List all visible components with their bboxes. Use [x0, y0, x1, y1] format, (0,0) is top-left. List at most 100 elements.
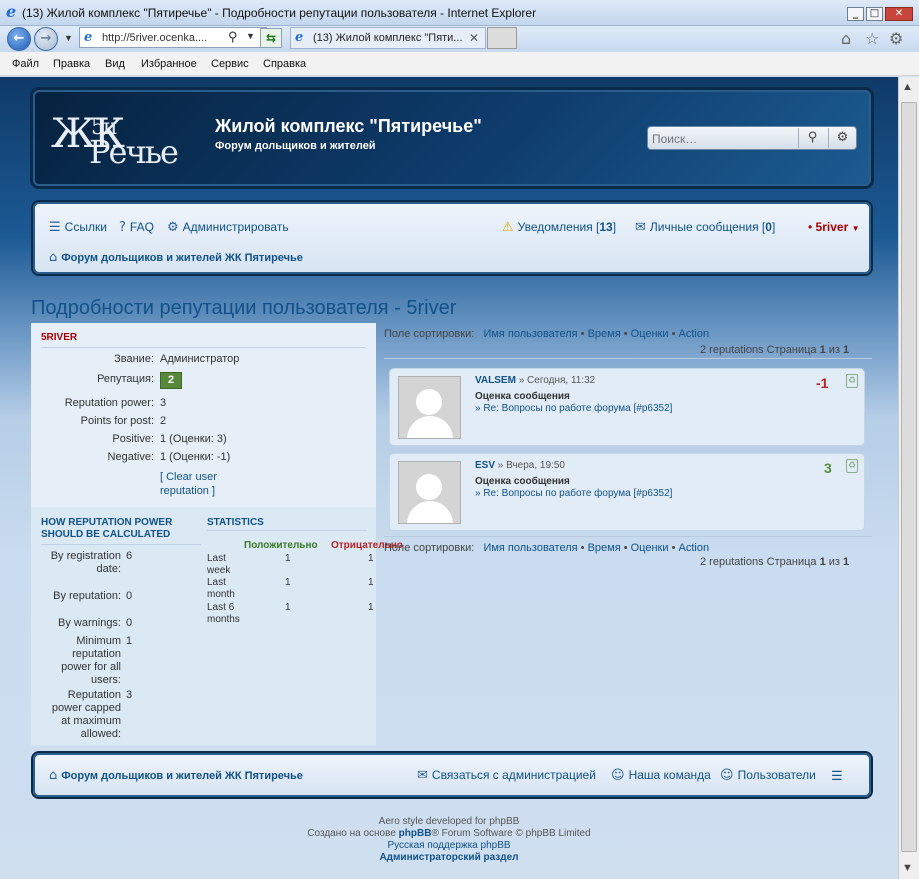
power-value: 0 [126, 590, 133, 602]
stats-negative: 1 [368, 577, 374, 588]
menu-view[interactable]: Вид [105, 58, 125, 70]
private-messages-link[interactable]: ✉ Личные сообщения [0] [635, 220, 775, 235]
chevron-down-icon: ▼ [851, 224, 860, 233]
profile-value: Администратор [160, 353, 240, 365]
rep-post-link[interactable]: » Re: Вопросы по работе форума [#p6352] [475, 403, 672, 414]
tools-gear-icon[interactable]: ⚙ [889, 29, 903, 48]
menu-favorites[interactable]: Избранное [141, 58, 197, 70]
site-logo[interactable]: ЖК 5и Речье [51, 108, 211, 171]
minimize-button[interactable]: _ [847, 7, 864, 21]
home-icon: ⌂ [49, 250, 58, 265]
rep-points: -1 [816, 375, 829, 391]
reputation-item: ESV » Вчера, 19:50 Оценка сообщения » Re… [389, 453, 865, 531]
back-button[interactable]: ← [7, 27, 31, 51]
menu-file[interactable]: Файл [12, 58, 39, 70]
sort-time[interactable]: Время [588, 542, 621, 554]
footer-menu-icon[interactable]: ☰ [831, 768, 843, 784]
rep-meta: ESV » Вчера, 19:50 [475, 460, 565, 471]
new-tab-button[interactable] [487, 27, 517, 49]
sort-username[interactable]: Имя пользователя [483, 328, 577, 340]
address-dropdown-icon[interactable]: ▼ [246, 31, 255, 41]
sort-time[interactable]: Время [588, 328, 621, 340]
menu-help[interactable]: Справка [263, 58, 306, 70]
divider [41, 347, 366, 348]
divider [384, 358, 872, 359]
menu-tools[interactable]: Сервис [211, 58, 249, 70]
avatar[interactable] [398, 461, 461, 524]
advanced-search-gear-icon[interactable]: ⚙ [828, 128, 856, 148]
profile-value: 2 [160, 415, 167, 427]
footer-forum-link[interactable]: ⌂ Форум дольщиков и жителей ЖК Пятиречье [49, 768, 303, 783]
site-name[interactable]: Жилой комплекс "Пятиречье" [215, 116, 482, 137]
pagination-top: 2 reputations Страница 1 из 1 [700, 344, 850, 356]
reputation-item: VALSEM » Сегодня, 11:32 Оценка сообщения… [389, 368, 865, 446]
reputation-list-panel: Поле сортировки: Имя пользователя • Врем… [384, 323, 872, 583]
stats-negative: 1 [368, 553, 374, 564]
address-bar[interactable]: e http://5river.ocenka.... ⚲ ▼ [79, 27, 267, 48]
power-label: By warnings: [58, 617, 121, 629]
how-power-heading: HOW REPUTATION POWER SHOULD BE CALCULATE… [41, 517, 173, 540]
divider [384, 536, 872, 537]
admin-panel-link[interactable]: Администраторский раздел [0, 852, 898, 863]
contact-admin-link[interactable]: ✉ Связаться с администрацией [417, 768, 596, 783]
phpbb-link[interactable]: phpBB [399, 828, 432, 839]
sort-points[interactable]: Оценки [631, 328, 669, 340]
admin-link[interactable]: ⚙ Администрировать [167, 220, 289, 235]
notifications-link[interactable]: ⚠ Уведомления [13] [502, 220, 616, 235]
search-icon[interactable]: ⚲ [798, 128, 826, 148]
users-icon: ☺ [720, 768, 734, 783]
sort-action[interactable]: Action [678, 542, 709, 554]
vertical-scrollbar[interactable]: ▲ ▼ [898, 77, 919, 879]
statistics-heading: STATISTICS [207, 517, 264, 528]
menu-edit[interactable]: Правка [53, 58, 90, 70]
delete-rep-icon[interactable]: ♻ [846, 374, 858, 388]
maximize-button[interactable]: □ [866, 7, 883, 21]
sort-points[interactable]: Оценки [631, 542, 669, 554]
search-icon[interactable]: ⚲ [228, 29, 238, 45]
close-button[interactable]: ✕ [885, 7, 913, 21]
stats-positive-header: Положительно [244, 540, 318, 551]
profile-label: Репутация: [97, 373, 154, 385]
breadcrumb[interactable]: ⌂ Форум дольщиков и жителей ЖК Пятиречье [49, 250, 303, 265]
favorites-star-icon[interactable]: ☆ [865, 29, 879, 48]
links-menu[interactable]: ☰ Ссылки [49, 220, 107, 235]
profile-label: Звание: [114, 353, 154, 365]
russian-support-link[interactable]: Русская поддержка phpBB [0, 840, 898, 851]
rep-username[interactable]: VALSEM [475, 375, 516, 386]
user-menu[interactable]: • 5river ▼ [808, 220, 860, 234]
power-value: 0 [126, 617, 133, 629]
pagination-bottom: 2 reputations Страница 1 из 1 [700, 556, 850, 568]
forward-button[interactable]: → [34, 27, 58, 51]
avatar[interactable] [398, 376, 461, 439]
power-value: 3 [126, 689, 133, 701]
scroll-up-icon[interactable]: ▲ [902, 81, 913, 93]
sort-username[interactable]: Имя пользователя [483, 542, 577, 554]
power-label: By reputation: [53, 590, 121, 602]
refresh-button[interactable]: ⇆ [260, 28, 282, 48]
browser-tab[interactable]: e (13) Жилой комплекс "Пяти... ✕ [290, 27, 486, 49]
history-dropdown-icon[interactable]: ▼ [64, 33, 73, 43]
rep-post-link[interactable]: » Re: Вопросы по работе форума [#p6352] [475, 488, 672, 499]
rep-meta: VALSEM » Сегодня, 11:32 [475, 375, 596, 386]
delete-rep-icon[interactable]: ♻ [846, 459, 858, 473]
scroll-thumb[interactable] [901, 102, 917, 852]
clear-reputation-link[interactable]: [ Clear user reputation ] [160, 470, 235, 498]
search-input[interactable] [652, 130, 792, 147]
tab-close-icon[interactable]: ✕ [469, 31, 479, 45]
ie-logo-icon: e [6, 2, 17, 21]
sort-action[interactable]: Action [678, 328, 709, 340]
faq-link[interactable]: ? FAQ [119, 220, 154, 235]
members-link[interactable]: ☺ Пользователи [720, 768, 816, 783]
home-icon[interactable]: ⌂ [841, 29, 851, 48]
gear-icon: ⚙ [167, 220, 179, 235]
scroll-down-icon[interactable]: ▼ [902, 862, 913, 874]
rep-username[interactable]: ESV [475, 460, 495, 471]
divider [207, 530, 367, 531]
profile-label: Positive: [112, 433, 154, 445]
profile-username[interactable]: 5RIVER [41, 332, 77, 343]
power-value: 1 [126, 635, 133, 647]
browser-toolbar: ← → ▼ e http://5river.ocenka.... ⚲ ▼ ⇆ e… [0, 26, 919, 52]
page-favicon-icon: e [84, 30, 93, 45]
profile-value: 1 (Оценки: 3) [160, 433, 227, 445]
team-link[interactable]: ☺ Наша команда [611, 768, 711, 783]
